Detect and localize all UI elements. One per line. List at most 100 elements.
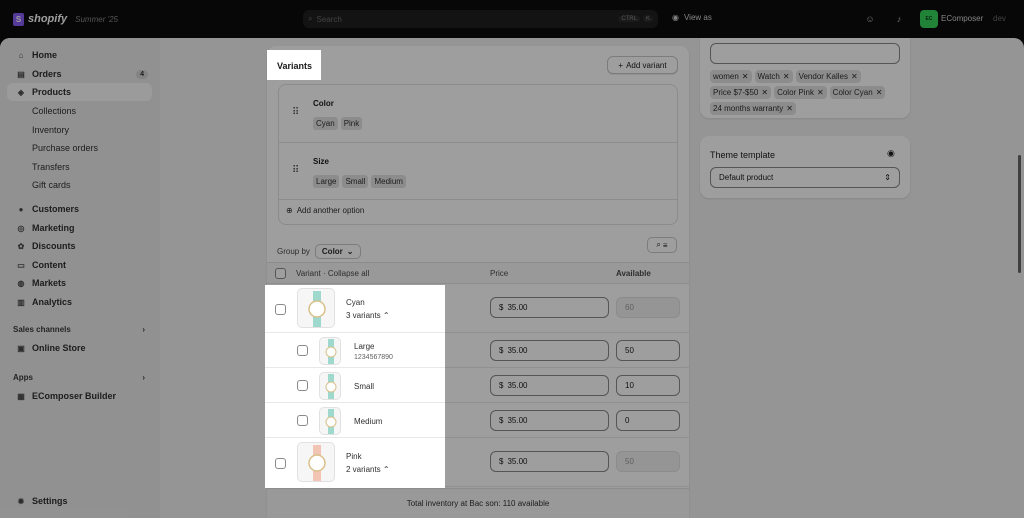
bell-icon[interactable]: ♪ [893, 13, 905, 25]
sidebar-item-orders[interactable]: ▤ Orders 4 [7, 65, 152, 83]
close-icon[interactable]: ✕ [742, 72, 749, 81]
search-icon: ⌕ [308, 14, 313, 23]
search-placeholder: Search [316, 14, 342, 24]
scrollbar[interactable] [1018, 155, 1021, 273]
shopify-logo[interactable]: S shopify Summer '25 [13, 12, 118, 26]
home-icon: ⌂ [18, 50, 24, 60]
store-avatar[interactable]: EC [920, 10, 938, 28]
sidebar-item-gift-cards[interactable]: Gift cards [7, 176, 152, 194]
table-row[interactable]: Pink 2 variants ⌃ [265, 439, 445, 488]
add-option-button[interactable]: ⊕ Add another option [286, 206, 364, 215]
sidebar-item-analytics[interactable]: ▥ Analytics [7, 293, 152, 311]
table-row[interactable]: Large 1234567890 [265, 334, 445, 368]
search-input[interactable]: ⌕ Search CTRL K [303, 10, 658, 28]
row-checkbox[interactable] [297, 415, 308, 426]
sidebar-item-label: Collections [32, 106, 77, 116]
sidebar-item-products[interactable]: ◈ Products [7, 83, 152, 101]
chevron-right-icon: › [142, 325, 145, 334]
option-value-chip: Pink [340, 117, 363, 130]
option-value-chip: Medium [371, 175, 406, 188]
variant-count[interactable]: 3 variants ⌃ [346, 311, 390, 320]
price-value: 35.00 [507, 457, 528, 466]
row-checkbox[interactable] [275, 458, 286, 469]
apps-header[interactable]: Apps › [13, 373, 145, 382]
table-header: Variant · Collapse all Price Available [267, 262, 689, 284]
drag-handle-icon[interactable]: ⠿ [292, 107, 299, 118]
discount-icon: ✿ [17, 241, 25, 251]
price-input[interactable]: $35.00 [490, 375, 609, 396]
sidebar-item-customers[interactable]: ● Customers [7, 200, 152, 218]
shopping-bag-icon: S [13, 12, 24, 26]
table-row[interactable]: Small [265, 369, 445, 403]
drag-handle-icon[interactable]: ⠿ [292, 165, 299, 176]
price-input[interactable]: $35.00 [490, 410, 609, 431]
sidebar-item-content[interactable]: ▭ Content [7, 256, 152, 274]
product-image [319, 337, 341, 365]
currency-symbol: $ [499, 457, 504, 466]
chevron-down-icon: ⌄ [346, 247, 354, 256]
variant-name: Medium [354, 417, 383, 426]
tags-input[interactable] [710, 43, 900, 64]
row-checkbox[interactable] [297, 380, 308, 391]
close-icon[interactable]: ✕ [851, 72, 858, 81]
top-bar: S shopify Summer '25 ⌕ Search CTRL K ◉ Vi… [0, 0, 1024, 38]
price-input[interactable]: $35.00 [490, 297, 609, 318]
sidebar-item-online-store[interactable]: ▣ Online Store [7, 339, 152, 357]
select-all-checkbox[interactable] [275, 268, 286, 279]
product-image [297, 288, 335, 328]
sidebar-item-inventory[interactable]: Inventory [7, 121, 152, 139]
price-input[interactable]: $35.00 [490, 451, 609, 472]
close-icon[interactable]: ✕ [786, 104, 793, 113]
sidebar-item-settings[interactable]: ✹ Settings [7, 492, 152, 510]
tag-chip: Price $7-$50 ✕ [710, 86, 772, 99]
tag-label: 24 months warranty [713, 104, 784, 113]
add-variant-button[interactable]: + Add variant [607, 56, 678, 74]
divider [279, 199, 677, 200]
table-row[interactable]: Medium [265, 404, 445, 438]
theme-template-select[interactable]: Default product ⇕ [710, 167, 900, 188]
price-value: 35.00 [507, 346, 528, 355]
sidebar-item-label: Markets [32, 278, 67, 288]
sidebar-item-purchase-orders[interactable]: Purchase orders [7, 139, 152, 157]
sidebar-item-transfers[interactable]: Transfers [7, 158, 152, 176]
available-input[interactable]: 60 [616, 297, 680, 318]
row-checkbox[interactable] [297, 345, 308, 356]
option-name: Size [313, 157, 330, 166]
option-color[interactable]: ⠿ Color Cyan Pink [279, 85, 677, 142]
store-name[interactable]: EComposer [941, 14, 983, 23]
close-icon[interactable]: ✕ [761, 88, 768, 97]
sidekick-icon[interactable]: ☺ [864, 13, 876, 25]
available-input[interactable]: 50 [616, 451, 680, 472]
select-arrows-icon: ⇕ [884, 173, 891, 182]
available-input[interactable]: 10 [616, 375, 680, 396]
close-icon[interactable]: ✕ [876, 88, 883, 97]
view-as-button[interactable]: ◉ View as [672, 13, 712, 22]
eye-icon[interactable]: ◉ [887, 148, 895, 159]
row-checkbox[interactable] [275, 304, 286, 315]
sidebar-item-collections[interactable]: Collections [7, 102, 152, 120]
close-icon[interactable]: ✕ [817, 88, 824, 97]
option-value-chip: Large [313, 175, 340, 188]
column-variant[interactable]: Variant · Collapse all [296, 269, 369, 278]
option-size[interactable]: ⠿ Size Large Small Medium [279, 143, 677, 199]
available-input[interactable]: 0 [616, 410, 680, 431]
sidebar-item-discounts[interactable]: ✿ Discounts [7, 237, 152, 255]
sidebar-item-markets[interactable]: ◍ Markets [7, 274, 152, 292]
sidebar-item-label: Inventory [32, 125, 70, 135]
sales-channels-header[interactable]: Sales channels › [13, 325, 145, 334]
sidebar-item-ecomposer-builder[interactable]: ▦ EComposer Builder [7, 387, 152, 405]
highlight-variant-list: Cyan 3 variants ⌃ Large 1234567890 Small… [265, 285, 445, 488]
sidebar-item-marketing[interactable]: ◎ Marketing [7, 219, 152, 237]
tag-chip: Color Cyan ✕ [829, 86, 886, 99]
tag-label: Color Cyan [832, 88, 873, 97]
available-input[interactable]: 50 [616, 340, 680, 361]
search-filter-button[interactable]: ⌕ ≡ [647, 237, 677, 253]
table-row[interactable]: Cyan 3 variants ⌃ [265, 285, 445, 333]
variant-count[interactable]: 2 variants ⌃ [346, 465, 390, 474]
currency-symbol: $ [499, 346, 504, 355]
price-input[interactable]: $35.00 [490, 340, 609, 361]
store-icon: ▣ [17, 343, 25, 353]
sidebar-item-home[interactable]: ⌂ Home [7, 46, 152, 64]
group-by-select[interactable]: Color ⌄ [314, 244, 361, 259]
close-icon[interactable]: ✕ [783, 72, 790, 81]
